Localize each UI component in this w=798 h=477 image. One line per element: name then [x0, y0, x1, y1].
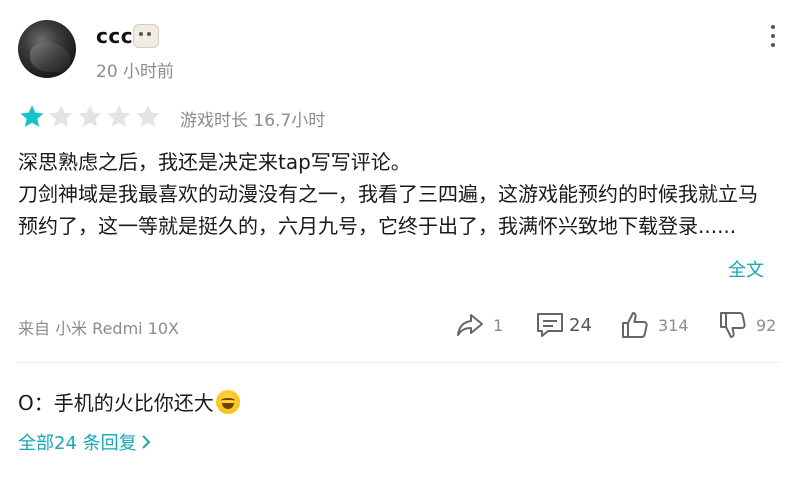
share-button[interactable]: 1: [455, 310, 503, 340]
star-filled-icon: [20, 105, 44, 127]
star-empty-icon: [49, 105, 73, 127]
reply-preview[interactable]: O：手机的火比你还大: [18, 387, 240, 416]
expand-full-text-link[interactable]: 全文: [728, 256, 764, 282]
avatar[interactable]: [18, 20, 76, 78]
all-replies-label: 全部24 条回复: [18, 433, 137, 454]
comment-button[interactable]: 24: [535, 310, 592, 340]
user-badge-icon: [133, 24, 159, 48]
review-line: 深思熟虑之后，我还是决定来tap写写评论。: [18, 150, 411, 174]
view-all-replies-link[interactable]: 全部24 条回复: [18, 429, 152, 455]
star-empty-icon: [78, 105, 102, 127]
comment-icon: [537, 313, 563, 337]
thumbs-up-icon: [622, 312, 648, 338]
laughing-emoji-icon: [215, 389, 240, 414]
divider: [18, 362, 780, 363]
more-options-icon[interactable]: [764, 22, 782, 48]
share-count: 1: [493, 315, 504, 335]
playtime: 游戏时长 16.7小时: [180, 111, 326, 131]
username[interactable]: ccc: [96, 24, 133, 48]
star-empty-icon: [107, 105, 131, 127]
reply-text: O：手机的火比你还大: [18, 391, 214, 415]
review-line: 刀剑神域是我最喜欢的动漫没有之一，我看了三四遍，这游戏能预约的时候我就立马预约了…: [18, 182, 758, 238]
share-icon: [457, 314, 483, 336]
device-info: 来自 小米 Redmi 10X: [18, 319, 180, 338]
like-count: 314: [658, 315, 689, 335]
post-time: 20 小时前: [96, 62, 175, 82]
review-body[interactable]: 深思熟虑之后，我还是决定来tap写写评论。 刀剑神域是我最喜欢的动漫没有之一，我…: [18, 146, 778, 242]
dislike-button[interactable]: 92: [718, 310, 776, 340]
dislike-count: 92: [756, 315, 777, 335]
thumbs-down-icon: [720, 312, 746, 338]
comment-count: 24: [569, 314, 592, 336]
chevron-right-icon: [141, 435, 151, 449]
like-button[interactable]: 314: [620, 310, 689, 340]
star-empty-icon: [136, 105, 160, 127]
